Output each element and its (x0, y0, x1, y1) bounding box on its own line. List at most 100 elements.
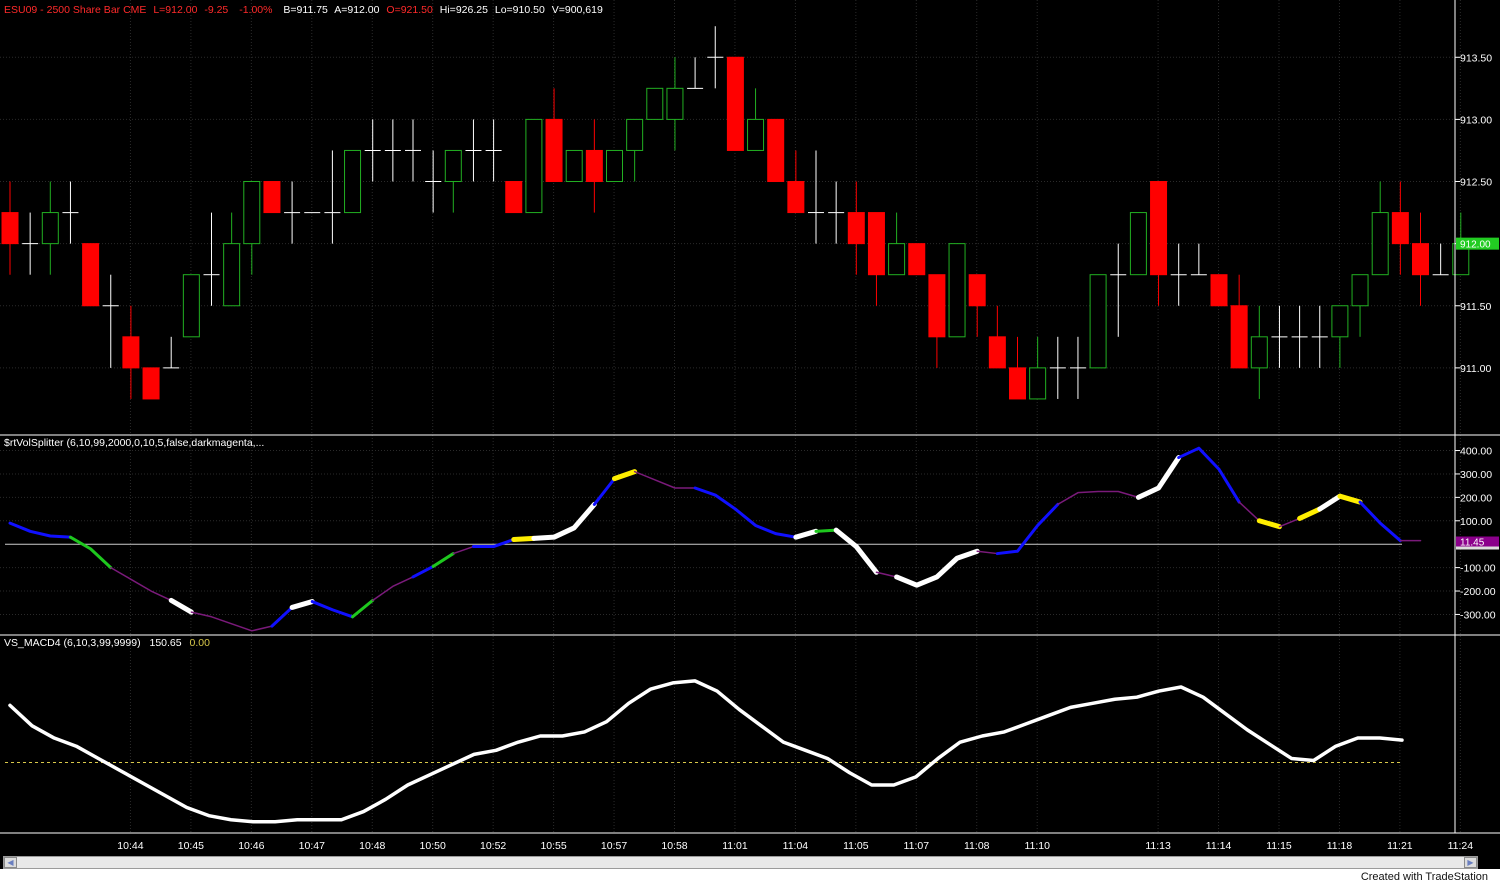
vol-segment (1256, 518, 1282, 530)
candle-body (747, 118, 765, 151)
scroll-right-button[interactable]: ▶ (1464, 857, 1477, 868)
header-pct: -1.00% (239, 4, 272, 16)
header-bid: B=911.75 (283, 4, 328, 16)
price-panel[interactable] (1, 26, 1470, 400)
candle-body (908, 243, 926, 276)
time-tick-label: 10:44 (117, 840, 143, 852)
candle-body (1331, 305, 1349, 338)
vol-segment (270, 605, 294, 628)
time-tick-label: 11:07 (904, 840, 930, 852)
candle (988, 305, 1006, 369)
candle (565, 149, 583, 183)
candle-body (1089, 274, 1107, 369)
candle (1250, 305, 1268, 399)
candle (585, 119, 603, 213)
candle (122, 305, 140, 399)
candle (1110, 243, 1127, 337)
macd-panel[interactable] (5, 679, 1404, 824)
candle (263, 181, 281, 214)
candle (1432, 243, 1449, 276)
vol-tick-label: 200.00 (1460, 492, 1492, 504)
candle-body (142, 367, 160, 400)
candle (444, 149, 462, 213)
vol-segment (1057, 490, 1140, 506)
candle (726, 56, 744, 151)
vol-segment (833, 527, 879, 575)
candle-body (646, 87, 664, 120)
candle (1210, 274, 1228, 307)
candle (485, 119, 502, 182)
candle (928, 274, 946, 368)
candle (1311, 305, 1328, 368)
candle (525, 118, 543, 214)
candle (1170, 243, 1187, 306)
vol-segment (693, 486, 798, 539)
horizontal-scrollbar[interactable]: ◀ ▶ (3, 856, 1478, 869)
vol-segment (976, 550, 999, 555)
footer: Created with TradeStation (0, 869, 1500, 885)
vol-segment (1278, 517, 1301, 528)
time-tick-label: 10:57 (601, 840, 627, 852)
candle-body (1150, 181, 1168, 276)
candle (767, 118, 785, 183)
candle-body (968, 274, 986, 307)
scroll-left-button[interactable]: ◀ (4, 857, 17, 868)
candle (384, 119, 401, 182)
vol-segment (875, 571, 898, 578)
candle (1412, 212, 1429, 306)
candle-body (444, 149, 462, 183)
header-low: Lo=910.50 (495, 4, 545, 16)
candle (968, 274, 986, 337)
time-tick-label: 10:58 (661, 840, 687, 852)
candle-body (867, 212, 885, 276)
candle (1391, 181, 1409, 275)
vol-header: $rtVolSplitter (6,10,99,2000,0,10,5,fals… (4, 437, 264, 449)
candle-body (223, 243, 241, 307)
candle-body (344, 149, 362, 214)
candle (1029, 336, 1047, 400)
candle-body (182, 274, 200, 338)
candle-body (1250, 336, 1268, 369)
candle (284, 181, 301, 244)
candle (22, 212, 39, 275)
candle (1129, 212, 1147, 276)
price-tick-label: 913.00 (1460, 114, 1492, 126)
header-high: Hi=926.25 (440, 4, 488, 16)
candle (808, 150, 824, 244)
price-tick-label: 912.50 (1460, 177, 1492, 189)
header-ask: A=912.00 (334, 4, 379, 16)
time-tick-label: 11:21 (1387, 840, 1413, 852)
vol-tick-label: -100.00 (1460, 563, 1496, 575)
time-tick-label: 11:18 (1327, 840, 1353, 852)
price-tick-label: 913.50 (1460, 52, 1492, 64)
header-change: -9.25 (204, 4, 228, 16)
candle (867, 212, 885, 306)
candle (1069, 336, 1086, 399)
vol-tick-label: -300.00 (1460, 609, 1496, 621)
time-tick-label: 10:46 (238, 840, 264, 852)
vol-segment (612, 469, 638, 482)
vol-segment (68, 535, 113, 570)
vol-segment (1337, 493, 1363, 505)
candle (646, 87, 664, 120)
candle-body (505, 181, 523, 214)
time-tick-label: 10:45 (178, 840, 204, 852)
vol-segment (371, 576, 414, 602)
volume-splitter-panel[interactable] (8, 446, 1422, 632)
candle (1089, 274, 1107, 369)
candle-body (787, 181, 805, 214)
candle-body (726, 56, 744, 151)
time-tick-label: 11:15 (1266, 840, 1292, 852)
candle-body (888, 243, 906, 276)
candle (203, 212, 220, 306)
time-tick-label: 10:47 (299, 840, 325, 852)
candle-body (1351, 274, 1369, 307)
time-tick-label: 10:55 (540, 840, 566, 852)
candle-body (666, 87, 684, 120)
candle-body (988, 336, 1006, 369)
time-tick-label: 11:24 (1448, 840, 1474, 852)
vol-tick-label: 100.00 (1460, 516, 1492, 528)
price-header: ESU09 - 2500 Share Bar CME L=912.00 -9.2… (4, 4, 603, 16)
last-price-label: 912.00 (1460, 240, 1491, 251)
candle (687, 57, 704, 89)
